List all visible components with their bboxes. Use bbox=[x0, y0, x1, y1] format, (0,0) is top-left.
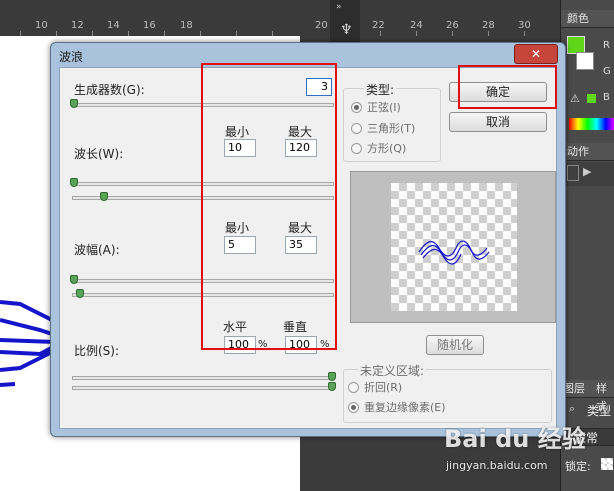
tab-styles[interactable]: 样式 bbox=[588, 380, 614, 413]
scale-horizontal-slider-thumb[interactable] bbox=[328, 372, 336, 381]
tab-actions[interactable]: 动作 bbox=[561, 143, 614, 161]
channel-r-label: R bbox=[603, 40, 610, 51]
wrap-around-label[interactable]: 折回(R) bbox=[364, 379, 402, 395]
wavelength-label: 波长(W): bbox=[74, 147, 124, 161]
action-toggle[interactable] bbox=[567, 165, 579, 181]
scale-horizontal-slider-track[interactable] bbox=[72, 376, 334, 380]
randomize-button[interactable]: 随机化 bbox=[426, 335, 484, 355]
ruler-label: 30 bbox=[518, 20, 531, 31]
ruler-label: 10 bbox=[35, 20, 48, 31]
ruler-label: 26 bbox=[446, 20, 459, 31]
right-panel-dock: 颜色 R G ⚠ B 动作 ▶ 图层 样式 ⌕ 类型 正常 锁定: bbox=[560, 0, 614, 491]
wavelength-max-slider-thumb[interactable] bbox=[100, 192, 108, 201]
ruler-label: 22 bbox=[372, 20, 385, 31]
generators-label: 生成器数(G): bbox=[74, 83, 145, 97]
type-square-radio[interactable] bbox=[351, 143, 362, 154]
scale-vertical-slider-track[interactable] bbox=[72, 386, 334, 390]
ruler-label: 16 bbox=[143, 20, 156, 31]
channel-b-label: B bbox=[603, 92, 610, 103]
background-color-swatch[interactable] bbox=[576, 52, 594, 70]
gamut-swatch bbox=[587, 94, 596, 103]
play-icon[interactable]: ▶ bbox=[583, 165, 591, 178]
generators-slider-thumb[interactable] bbox=[70, 99, 78, 108]
ruler-label: 24 bbox=[410, 20, 423, 31]
watermark: Bai du 经验 jingyan.baidu.com bbox=[444, 419, 586, 479]
ruler-label: 14 bbox=[107, 20, 120, 31]
panel-collapse-strip[interactable]: » ♆ bbox=[330, 0, 360, 42]
layer-kind-filter[interactable]: 类型 bbox=[587, 402, 611, 419]
type-triangle-label[interactable]: 三角形(T) bbox=[367, 120, 415, 136]
channel-g-label: G bbox=[603, 66, 611, 77]
type-square-label[interactable]: 方形(Q) bbox=[367, 140, 406, 156]
dialog-title: 波浪 bbox=[59, 50, 84, 64]
wrap-around-radio[interactable] bbox=[348, 382, 359, 393]
ruler-label: 12 bbox=[71, 20, 84, 31]
close-button[interactable]: ✕ bbox=[514, 44, 558, 64]
amplitude-max-slider-thumb[interactable] bbox=[76, 289, 84, 298]
puppet-warp-icon[interactable]: ♆ bbox=[340, 22, 353, 38]
preview-wave-icon bbox=[418, 240, 490, 265]
annotation-highlight-values bbox=[201, 63, 337, 350]
ruler-label: 20 bbox=[315, 20, 328, 31]
undefined-area-label: 未定义区域: bbox=[358, 362, 427, 379]
repeat-edge-pixels-radio[interactable] bbox=[348, 402, 359, 413]
cancel-button[interactable]: 取消 bbox=[449, 112, 547, 132]
watermark-url: jingyan.baidu.com bbox=[446, 459, 548, 472]
type-sine-label[interactable]: 正弦(I) bbox=[367, 99, 401, 115]
lock-transparency-icon[interactable] bbox=[601, 458, 613, 470]
collapse-arrows-icon[interactable]: » bbox=[336, 2, 342, 12]
layer-search-icon[interactable]: ⌕ bbox=[569, 402, 575, 416]
repeat-edge-pixels-label[interactable]: 重复边缘像素(E) bbox=[364, 399, 446, 415]
preview-area bbox=[350, 171, 556, 323]
watermark-brand: Bai du 经验 bbox=[444, 425, 586, 453]
amplitude-label: 波幅(A): bbox=[74, 243, 120, 257]
ruler-label: 18 bbox=[180, 20, 193, 31]
type-label: 类型: bbox=[364, 81, 397, 98]
color-ramp[interactable] bbox=[569, 118, 614, 130]
ruler: 10 12 14 16 18 20 22 24 26 28 30 bbox=[0, 0, 560, 37]
annotation-highlight-ok bbox=[458, 65, 557, 109]
actions-row: ▶ bbox=[561, 162, 614, 186]
ruler-label: 28 bbox=[482, 20, 495, 31]
type-triangle-radio[interactable] bbox=[351, 123, 362, 134]
scale-vertical-slider-thumb[interactable] bbox=[328, 382, 336, 391]
scale-label: 比例(S): bbox=[74, 344, 120, 358]
wavelength-min-slider-thumb[interactable] bbox=[70, 178, 78, 187]
warning-icon: ⚠ bbox=[570, 92, 580, 105]
tab-color[interactable]: 颜色 bbox=[561, 10, 614, 28]
amplitude-min-slider-thumb[interactable] bbox=[70, 275, 78, 284]
type-sine-radio[interactable] bbox=[351, 102, 362, 113]
